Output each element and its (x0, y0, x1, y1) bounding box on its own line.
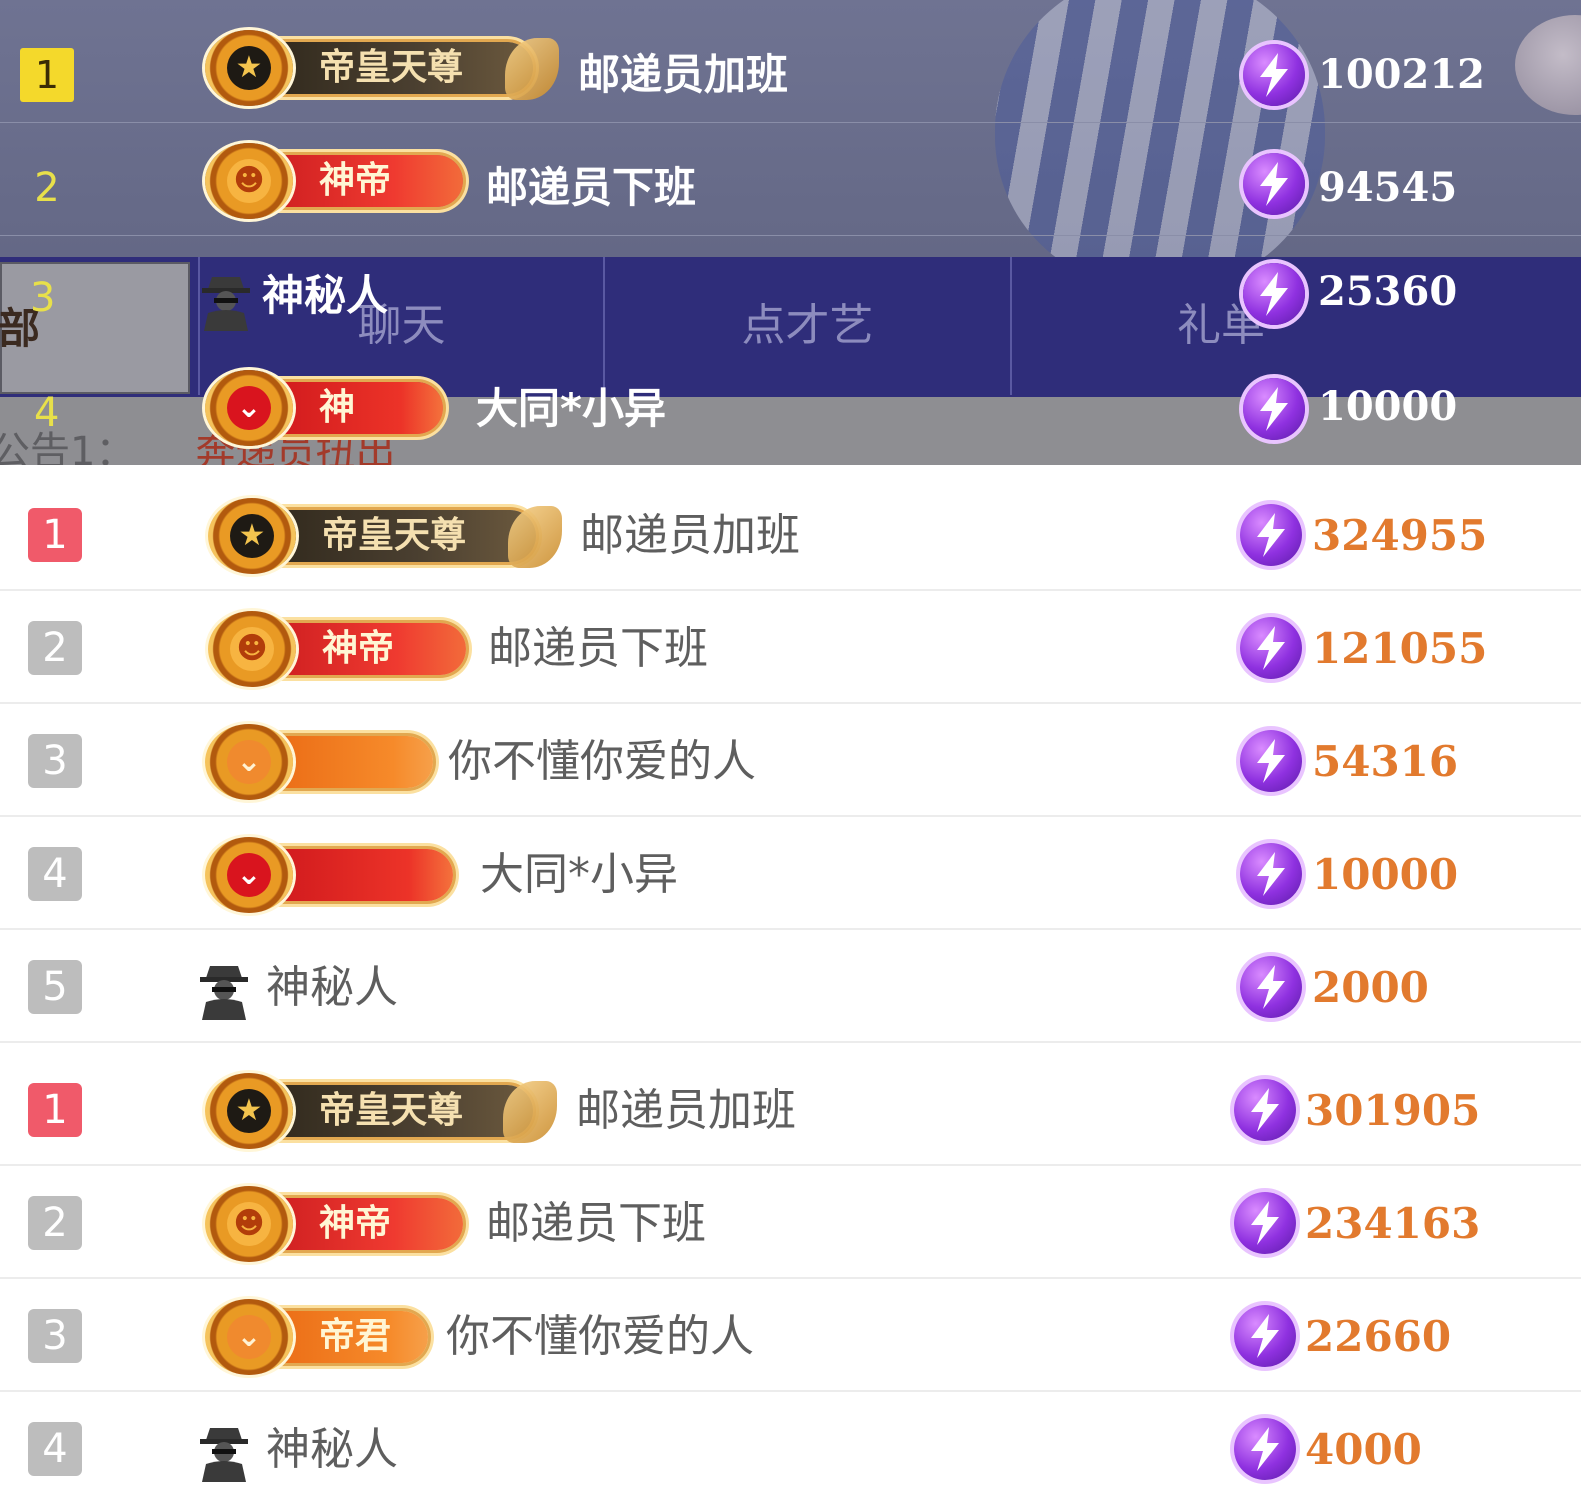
top-row[interactable]: 2 神帝 ☻ 邮递员下班 94545 (0, 123, 1581, 236)
mystery-person-icon (202, 277, 250, 331)
rank-badge: 3 (28, 1309, 82, 1363)
skull-medal-icon: ☻ (205, 1186, 293, 1262)
user-name[interactable]: 你不懂你爱的人 (448, 734, 756, 790)
contribution-value: 25360 (1318, 268, 1458, 315)
rank-number: 4 (34, 390, 60, 436)
user-name[interactable]: 邮递员加班 (576, 1083, 796, 1139)
contribution-value: 2000 (1312, 963, 1429, 1012)
lightning-coin-icon (1243, 378, 1305, 440)
user-name[interactable]: 你不懂你爱的人 (446, 1309, 754, 1365)
top-row[interactable]: 1 帝皇天尊 ★ 邮递员加班 100212 (0, 10, 1581, 123)
rank-badge: 1 (20, 48, 74, 102)
contribution-value: 121055 (1312, 624, 1488, 673)
user-name[interactable]: 神秘人 (266, 1422, 398, 1478)
lightning-coin-icon (1234, 1418, 1296, 1480)
list-item[interactable]: 3 帝君 ⌄ 你不懂你爱的人 22660 (0, 1279, 1581, 1392)
rank-badge: 4 (28, 847, 82, 901)
user-name[interactable]: 邮递员下班 (486, 1196, 706, 1252)
contribution-value: 94545 (1318, 164, 1458, 211)
list-item[interactable]: 2 神帝 ☻ 邮递员下班 234163 (0, 1166, 1581, 1279)
lightning-coin-icon (1240, 504, 1302, 566)
user-name[interactable]: 大同*小异 (480, 847, 678, 903)
rank-number: 3 (30, 275, 56, 321)
rank-badge: 3 (28, 734, 82, 788)
list-item[interactable]: 5 神秘人 2000 (0, 930, 1581, 1043)
user-name[interactable]: 神秘人 (266, 960, 398, 1016)
chevron-medal-icon: ⌄ (205, 370, 293, 446)
list-item[interactable]: 1 帝皇天尊 ★ 邮递员加班 324955 (0, 478, 1581, 591)
lightning-coin-icon (1243, 44, 1305, 106)
lightning-coin-icon (1240, 843, 1302, 905)
user-name[interactable]: 神秘人 (262, 269, 388, 323)
rank-badge: 4 (28, 1422, 82, 1476)
star-medal-icon: ★ (205, 1073, 293, 1149)
contribution-value: 22660 (1305, 1312, 1452, 1361)
skull-medal-icon: ☻ (205, 143, 293, 219)
lightning-coin-icon (1240, 956, 1302, 1018)
user-name[interactable]: 邮递员加班 (578, 48, 788, 102)
rank-badge: 1 (28, 508, 82, 562)
contribution-value: 324955 (1312, 511, 1488, 560)
rank-badge: 5 (28, 960, 82, 1014)
lightning-coin-icon (1234, 1079, 1296, 1141)
star-medal-icon: ★ (205, 30, 293, 106)
lightning-coin-icon (1243, 153, 1305, 215)
list-item[interactable]: 2 神帝 ☻ 邮递员下班 121055 (0, 591, 1581, 704)
list-item[interactable]: 4 ⌄ 大同*小异 10000 (0, 817, 1581, 930)
list-item[interactable]: 3 ⌄ 你不懂你爱的人 54316 (0, 704, 1581, 817)
mystery-person-icon (200, 1428, 248, 1482)
chevron-medal-icon: ⌄ (205, 724, 293, 800)
top-row[interactable]: 4 神 ⌄ 大同*小异 10000 (0, 370, 1581, 465)
contribution-value: 4000 (1305, 1425, 1422, 1474)
rank-badge: 1 (28, 1083, 82, 1137)
rank-badge: 2 (28, 1196, 82, 1250)
contribution-value: 234163 (1305, 1199, 1481, 1248)
lightning-coin-icon (1234, 1305, 1296, 1367)
contribution-value: 54316 (1312, 737, 1459, 786)
chevron-medal-icon: ⌄ (205, 837, 293, 913)
list-item[interactable]: 1 帝皇天尊 ★ 邮递员加班 301905 (0, 1053, 1581, 1166)
contribution-value: 10000 (1318, 383, 1458, 430)
lightning-coin-icon (1240, 730, 1302, 792)
contribution-value: 301905 (1305, 1086, 1481, 1135)
rank-number: 2 (34, 165, 60, 211)
user-name[interactable]: 邮递员下班 (488, 621, 708, 677)
lightning-coin-icon (1234, 1192, 1296, 1254)
star-medal-icon: ★ (208, 498, 296, 574)
top-row[interactable]: 3 神秘人 25360 (0, 257, 1581, 370)
user-name[interactable]: 大同*小异 (476, 382, 666, 436)
lightning-coin-icon (1240, 617, 1302, 679)
top-ranking-panel: 1 帝皇天尊 ★ 邮递员加班 100212 2 神帝 ☻ 邮递员下班 94545… (0, 0, 1581, 465)
list-item[interactable]: 4 神秘人 4000 (0, 1392, 1581, 1501)
user-name[interactable]: 邮递员加班 (580, 508, 800, 564)
chevron-medal-icon: ⌄ (205, 1299, 293, 1375)
contribution-value: 10000 (1312, 850, 1459, 899)
rank-badge: 2 (28, 621, 82, 675)
user-name[interactable]: 邮递员下班 (486, 161, 696, 215)
lightning-coin-icon (1243, 263, 1305, 325)
mystery-person-icon (200, 966, 248, 1020)
skull-medal-icon: ☻ (208, 611, 296, 687)
contribution-value: 100212 (1318, 51, 1485, 98)
